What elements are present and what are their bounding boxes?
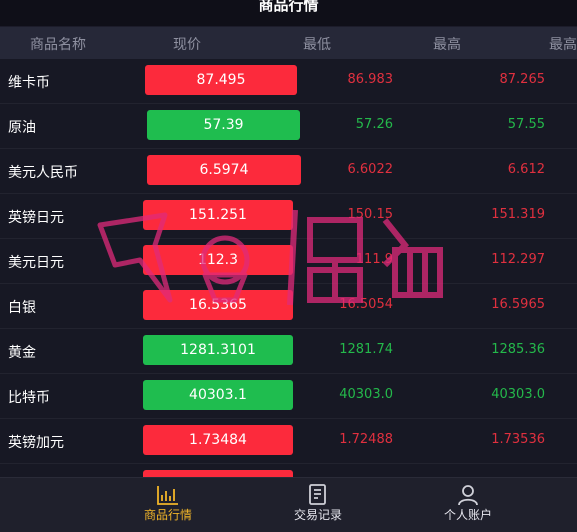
quote-row[interactable]: 英镑日元 151.251 150.15 151.319 xyxy=(0,194,577,239)
commodity-name: 比特币 xyxy=(8,390,50,406)
page-title: 商品行情 xyxy=(258,0,319,14)
high-price: 57.55 xyxy=(507,117,545,132)
tab-trade-records[interactable]: 交易记录 xyxy=(258,478,378,532)
commodity-name: 英镑日元 xyxy=(8,210,64,226)
low-price: 111.9 xyxy=(355,252,393,267)
low-price: 86.983 xyxy=(347,72,394,87)
current-price-badge[interactable]: 151.251 xyxy=(143,200,293,230)
current-price-badge[interactable]: 40303.1 xyxy=(143,380,293,410)
current-price-badge[interactable]: 6.5974 xyxy=(147,155,301,185)
current-price-badge[interactable]: 87.495 xyxy=(145,65,297,95)
low-price: 6.6022 xyxy=(347,162,394,177)
low-price: 40303.0 xyxy=(339,387,393,402)
commodity-name: 原油 xyxy=(8,120,36,136)
low-price: 57.26 xyxy=(355,117,393,132)
top-bar: 商品行情 xyxy=(0,0,577,27)
column-header-name: 商品名称 xyxy=(30,37,86,53)
commodity-name: 白银 xyxy=(8,300,36,316)
commodity-name: 黄金 xyxy=(8,345,36,361)
document-icon xyxy=(309,484,326,505)
commodity-name: 英镑加元 xyxy=(8,435,64,451)
low-price: 16.5054 xyxy=(339,297,393,312)
current-price-badge[interactable]: 57.39 xyxy=(147,110,300,140)
low-price: 150.15 xyxy=(347,207,394,222)
quote-row[interactable]: 白银 16.5365 16.5054 16.5965 xyxy=(0,284,577,329)
low-price: 1281.74 xyxy=(339,342,393,357)
high-price: 87.265 xyxy=(499,72,546,87)
column-header-high: 最高 xyxy=(433,37,461,53)
quote-row[interactable]: 黄金 1281.3101 1281.74 1285.36 xyxy=(0,329,577,374)
quote-row[interactable]: 美元日元 112.3 111.9 112.297 xyxy=(0,239,577,284)
column-header-low: 最低 xyxy=(303,37,331,53)
tab-account-label: 个人账户 xyxy=(443,508,492,522)
high-price: 112.297 xyxy=(491,252,545,267)
low-price: 1.72488 xyxy=(339,432,393,447)
quote-row[interactable]: 比特币 40303.1 40303.0 40303.0 xyxy=(0,374,577,419)
quote-row[interactable]: 维卡币 87.495 86.983 87.265 xyxy=(0,59,577,104)
column-header-price: 现价 xyxy=(173,37,201,53)
quote-row[interactable]: 英镑加元 1.73484 1.72488 1.73536 xyxy=(0,419,577,464)
high-price: 6.612 xyxy=(507,162,545,177)
high-price: 1.73536 xyxy=(491,432,545,447)
current-price-badge[interactable]: 112.3 xyxy=(143,245,293,275)
commodity-name: 美元日元 xyxy=(8,255,64,271)
tab-trade-records-label: 交易记录 xyxy=(293,508,342,522)
chart-icon xyxy=(157,486,178,505)
high-price: 40303.0 xyxy=(491,387,545,402)
quote-row[interactable]: 美元人民币 6.5974 6.6022 6.612 xyxy=(0,149,577,194)
tab-market-label: 商品行情 xyxy=(143,508,192,522)
table-header: 商品名称 现价 最低 最高 最高 xyxy=(0,27,577,59)
commodity-name: 美元人民币 xyxy=(8,165,78,181)
bottom-tab-bar: 商品行情 交易记录 个人账户 xyxy=(0,477,577,532)
commodity-name: 维卡币 xyxy=(8,75,50,91)
user-icon xyxy=(458,485,478,506)
current-price-badge[interactable]: 1.73484 xyxy=(143,425,293,455)
current-price-badge[interactable]: 1281.3101 xyxy=(143,335,293,365)
tab-account[interactable]: 个人账户 xyxy=(408,478,528,532)
tab-market[interactable]: 商品行情 xyxy=(108,478,228,532)
current-price-badge[interactable]: 16.5365 xyxy=(143,290,293,320)
high-price: 1285.36 xyxy=(491,342,545,357)
column-header-high-2: 最高 xyxy=(549,37,577,53)
quote-row[interactable]: 原油 57.39 57.26 57.55 xyxy=(0,104,577,149)
high-price: 151.319 xyxy=(491,207,545,222)
high-price: 16.5965 xyxy=(491,297,545,312)
